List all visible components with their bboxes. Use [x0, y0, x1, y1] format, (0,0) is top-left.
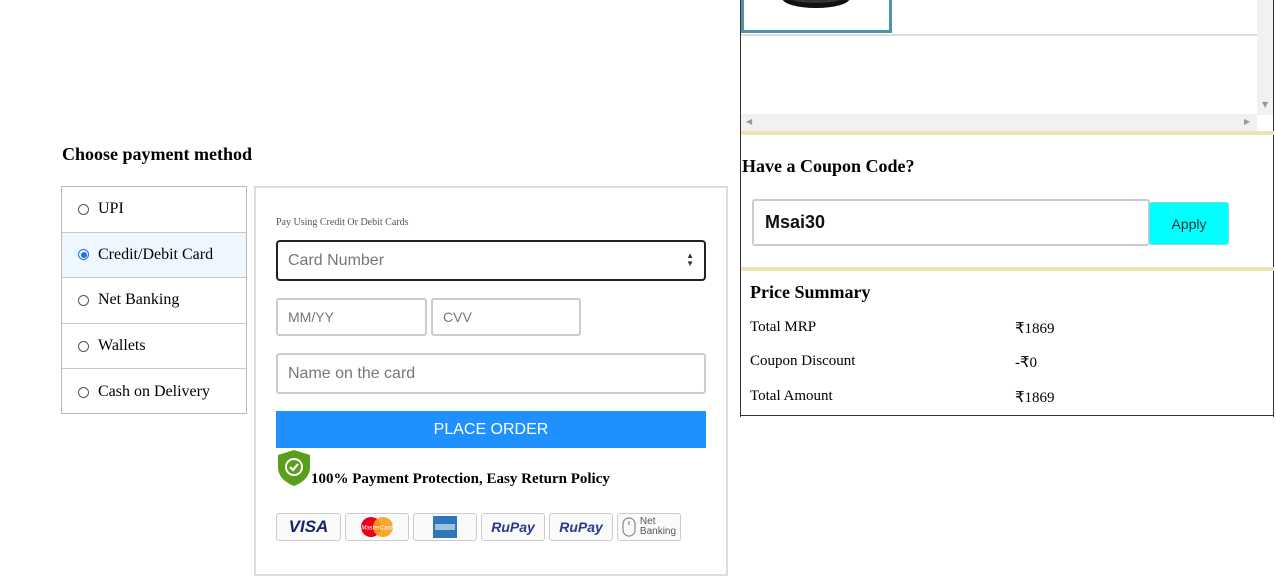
shield-check-icon [278, 450, 310, 486]
scroll-left-arrow-icon[interactable]: ◀ [746, 117, 752, 126]
coupon-code-input[interactable]: Msai30 [752, 199, 1150, 246]
rupay-logo: RuPay [481, 513, 545, 541]
summary-value-total-mrp: ₹1869 [1015, 321, 1055, 337]
horizontal-scrollbar[interactable]: ◀ ▶ [741, 114, 1257, 131]
payment-method-label: Net Banking [98, 291, 180, 309]
wallets-radio[interactable] [78, 340, 89, 352]
panel-border [1273, 0, 1274, 417]
net-banking-line2: Banking [639, 526, 677, 537]
mastercard-text: MasterCard [361, 526, 393, 532]
section-divider [741, 131, 1274, 135]
summary-value-coupon-discount: -₹0 [1015, 355, 1038, 371]
payment-method-title: Choose payment method [62, 144, 253, 164]
amex-logo [413, 513, 477, 541]
card-panel-subtitle: Pay Using Credit Or Debit Cards [276, 217, 409, 228]
card-radio[interactable] [78, 249, 89, 261]
expiry-placeholder: MM/YY [288, 309, 334, 325]
product-image[interactable] [741, 0, 892, 33]
payment-method-cod[interactable]: Cash on Delivery [62, 369, 246, 415]
section-divider [741, 267, 1274, 271]
visa-logo: VISA [276, 513, 341, 541]
panel-border [740, 130, 741, 417]
rupay-logo-2: RuPay [549, 513, 613, 541]
card-number-input[interactable]: Card Number ▲ ▼ [276, 240, 706, 281]
price-summary-title: Price Summary [750, 282, 871, 302]
net-banking-logo: Net Banking [617, 513, 681, 541]
mouse-icon [622, 517, 636, 537]
card-name-input[interactable]: Name on the card [276, 353, 706, 394]
card-number-placeholder: Card Number [288, 251, 385, 269]
payment-method-label: UPI [98, 200, 124, 218]
payment-method-label: Credit/Debit Card [98, 245, 214, 263]
summary-label-total-amount: Total Amount [750, 388, 833, 404]
coupon-title: Have a Coupon Code? [742, 156, 915, 176]
item-divider [741, 34, 1257, 36]
cod-radio[interactable] [78, 386, 89, 398]
payment-method-wallets[interactable]: Wallets [62, 324, 246, 370]
mastercard-logo: MasterCard [345, 513, 409, 541]
upi-radio[interactable] [78, 203, 89, 215]
payment-protection-text: 100% Payment Protection, Easy Return Pol… [311, 471, 610, 487]
number-spinner-icon[interactable]: ▲ ▼ [686, 252, 694, 268]
payment-method-label: Wallets [98, 337, 146, 355]
apply-coupon-button[interactable]: Apply [1149, 202, 1229, 245]
summary-label-coupon-discount: Coupon Discount [750, 353, 856, 369]
cvv-input[interactable]: CVV [431, 298, 581, 336]
card-name-placeholder: Name on the card [288, 364, 416, 382]
payment-method-label: Cash on Delivery [98, 383, 210, 401]
payment-method-upi[interactable]: UPI [62, 187, 246, 233]
scroll-down-arrow-icon[interactable]: ▼ [1262, 100, 1268, 109]
card-logos: VISA MasterCard RuPay RuPay Net Banking [276, 513, 681, 541]
payment-method-list: UPI Credit/Debit Card Net Banking Wallet… [61, 186, 247, 414]
coupon-code-value: Msai30 [765, 212, 826, 232]
place-order-button[interactable]: PLACE ORDER [276, 411, 706, 448]
payment-method-card[interactable]: Credit/Debit Card [62, 232, 246, 279]
payment-method-netbanking[interactable]: Net Banking [62, 278, 246, 324]
summary-label-total-mrp: Total MRP [750, 319, 817, 335]
scroll-right-arrow-icon[interactable]: ▶ [1244, 117, 1250, 126]
expiry-input[interactable]: MM/YY [276, 298, 427, 336]
vertical-scrollbar[interactable]: ▼ [1257, 0, 1274, 115]
netbanking-radio[interactable] [78, 294, 89, 306]
cvv-placeholder: CVV [443, 309, 472, 325]
summary-value-total-amount: ₹1869 [1015, 390, 1055, 406]
panel-border [740, 415, 1274, 416]
